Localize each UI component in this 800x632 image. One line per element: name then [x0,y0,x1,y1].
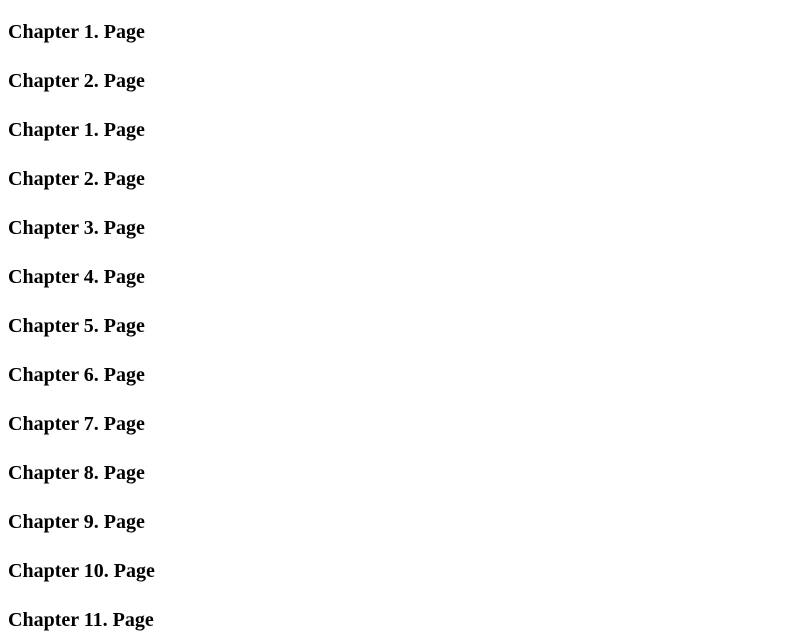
chapter-heading: Chapter 11. Page [8,608,792,632]
chapter-heading: Chapter 8. Page [8,461,792,485]
chapter-heading: Chapter 5. Page [8,314,792,338]
chapter-heading: Chapter 7. Page [8,412,792,436]
chapter-heading: Chapter 1. Page [8,118,792,142]
chapter-heading: Chapter 2. Page [8,69,792,93]
chapter-heading: Chapter 1. Page [8,20,792,44]
chapter-heading: Chapter 6. Page [8,363,792,387]
chapter-heading: Chapter 2. Page [8,167,792,191]
chapter-heading: Chapter 4. Page [8,265,792,289]
chapter-list: Chapter 1. Page Chapter 2. Page Chapter … [8,20,792,632]
chapter-heading: Chapter 10. Page [8,559,792,583]
chapter-heading: Chapter 9. Page [8,510,792,534]
chapter-heading: Chapter 3. Page [8,216,792,240]
